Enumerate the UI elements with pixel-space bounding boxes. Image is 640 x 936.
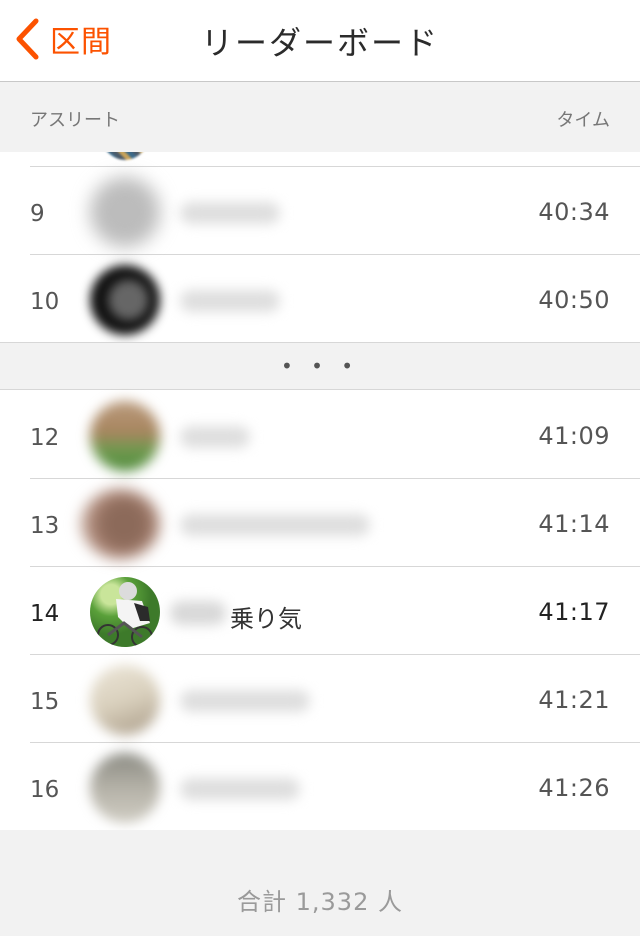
time-value: 40:50 (538, 286, 610, 314)
avatar (80, 489, 160, 559)
athlete-name-blurred (180, 690, 310, 712)
athlete-name-blurred (180, 202, 280, 224)
ellipsis: • • • (280, 354, 360, 378)
time-value: 41:09 (538, 422, 610, 450)
rank: 13 (30, 513, 60, 539)
time-value: 41:17 (538, 598, 610, 626)
rank: 9 (30, 201, 45, 227)
leaderboard-list-lower: 12 41:09 13 41:14 14 乗り気 41:17 15 41:21 … (0, 391, 640, 831)
avatar (90, 401, 160, 471)
time-value: 41:21 (538, 686, 610, 714)
avatar (90, 177, 160, 247)
table-row[interactable]: 16 41:26 (30, 743, 640, 831)
rank: 16 (30, 777, 60, 803)
column-header: アスリート タイム (0, 82, 640, 152)
athlete-name-blurred (180, 426, 250, 448)
table-row[interactable]: 9 40:34 (30, 167, 640, 255)
rank: 12 (30, 425, 60, 451)
total-count: 合計 1,332 人 (237, 888, 403, 916)
athlete-name-blurred (170, 601, 226, 625)
footer: 合計 1,332 人 (0, 830, 640, 936)
table-row[interactable]: 15 41:21 (30, 655, 640, 743)
table-row[interactable]: 14 乗り気 41:17 (30, 567, 640, 655)
table-row[interactable]: 12 41:09 (30, 391, 640, 479)
time-value: 40:34 (538, 198, 610, 226)
partial-row (0, 152, 640, 167)
page-title: リーダーボード (200, 24, 439, 62)
navigation-bar: 区間 リーダーボード (0, 0, 640, 82)
athlete-name-blurred (180, 290, 280, 312)
athlete-column-label: アスリート (30, 110, 120, 131)
avatar (90, 665, 160, 735)
cyclist-photo (97, 582, 153, 647)
avatar (90, 265, 160, 335)
avatar (90, 577, 160, 647)
time-value: 41:14 (538, 510, 610, 538)
more-rows-separator[interactable]: • • • (0, 342, 640, 390)
rank: 14 (30, 601, 60, 627)
rank: 15 (30, 689, 60, 715)
time-column-label: タイム (556, 110, 610, 131)
avatar (98, 152, 152, 160)
rank: 10 (30, 289, 60, 315)
athlete-name-blurred (180, 778, 300, 800)
athlete-name-blurred (180, 514, 370, 536)
time-value: 41:26 (538, 774, 610, 802)
table-row[interactable]: 10 40:50 (30, 255, 640, 343)
leaderboard-list-upper: 9 40:34 10 40:50 (0, 167, 640, 343)
table-row[interactable]: 13 41:14 (30, 479, 640, 567)
athlete-name: 乗り気 (230, 605, 302, 633)
avatar (90, 753, 160, 823)
